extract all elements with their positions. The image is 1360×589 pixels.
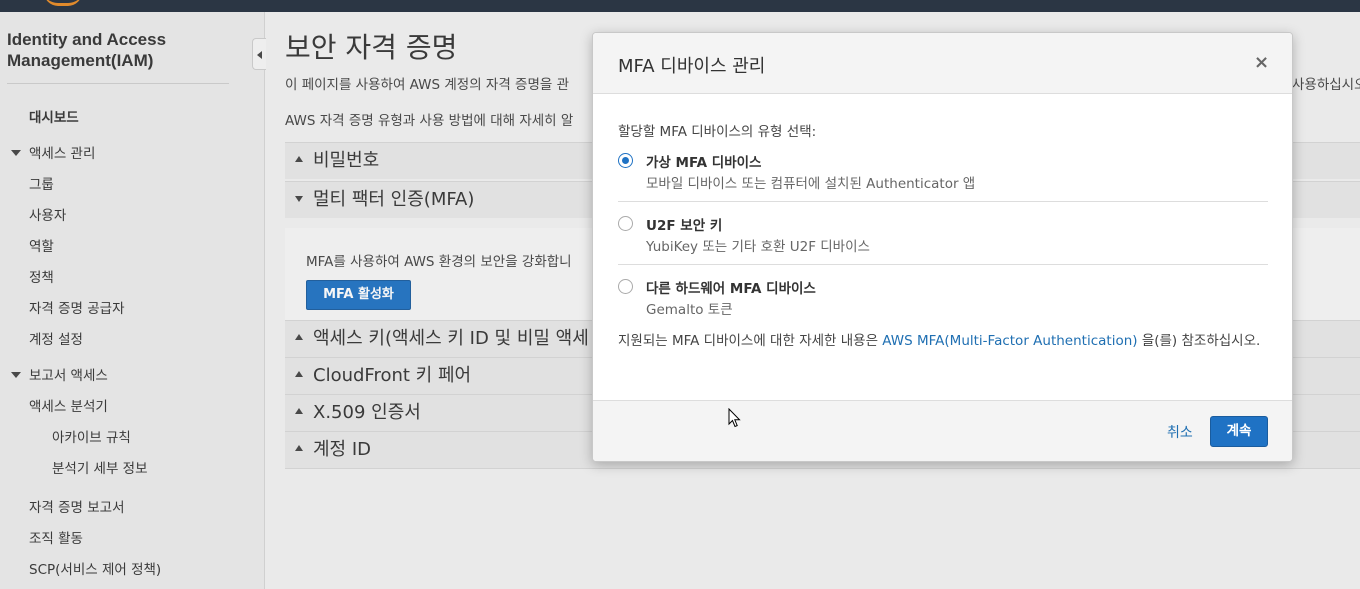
option-description: YubiKey 또는 기타 호환 U2F 디바이스 <box>646 239 870 255</box>
option-description: Gemalto 토큰 <box>646 302 733 318</box>
note-text: 지원되는 MFA 디바이스에 대한 자세한 내용은 <box>618 333 883 349</box>
option-label[interactable]: U2F 보안 키 <box>646 214 722 234</box>
radio-hardware-mfa[interactable] <box>618 279 633 294</box>
option-label[interactable]: 다른 하드웨어 MFA 디바이스 <box>646 277 816 297</box>
supported-devices-note: 지원되는 MFA 디바이스에 대한 자세한 내용은 AWS MFA(Multi-… <box>618 331 1268 352</box>
dialog-title: MFA 디바이스 관리 <box>618 56 766 77</box>
note-text: 을(를) 참조하십시오. <box>1137 333 1261 349</box>
radio-virtual-mfa[interactable] <box>618 153 633 168</box>
option-label[interactable]: 가상 MFA 디바이스 <box>646 151 761 171</box>
continue-button[interactable]: 계속 <box>1210 416 1268 447</box>
radio-u2f-security-key[interactable] <box>618 216 633 231</box>
option-description: 모바일 디바이스 또는 컴퓨터에 설치된 Authenticator 앱 <box>646 176 976 192</box>
mouse-pointer-icon <box>728 408 741 428</box>
cancel-button[interactable]: 취소 <box>1167 422 1193 442</box>
manage-mfa-device-dialog: MFA 디바이스 관리 × 할당할 MFA 디바이스의 유형 선택: 가상 MF… <box>592 32 1293 462</box>
dialog-header: MFA 디바이스 관리 × <box>593 33 1292 94</box>
option-divider <box>618 264 1268 265</box>
dialog-footer: 취소 계속 <box>593 400 1292 461</box>
option-divider <box>618 201 1268 202</box>
close-icon[interactable]: × <box>1254 54 1269 72</box>
aws-mfa-link[interactable]: AWS MFA(Multi-Factor Authentication) <box>882 333 1137 349</box>
device-type-prompt: 할당할 MFA 디바이스의 유형 선택: <box>618 124 817 140</box>
